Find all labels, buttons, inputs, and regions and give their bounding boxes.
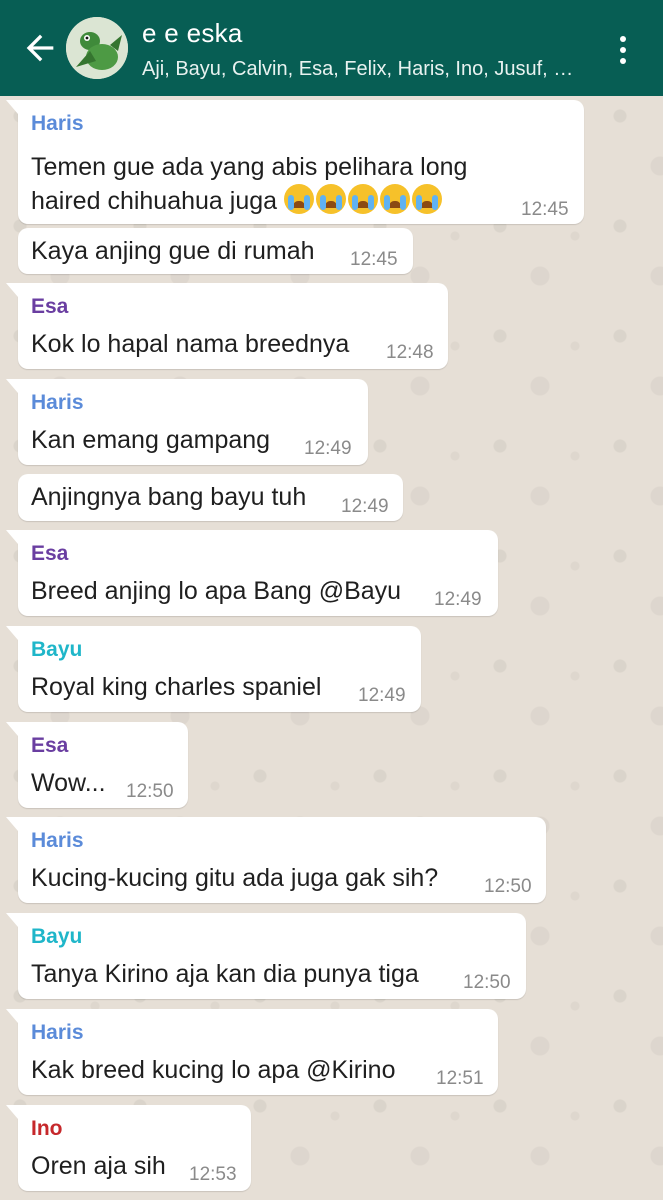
sender-name: Esa [31, 734, 69, 757]
group-members[interactable]: Aji, Bayu, Calvin, Esa, Felix, Haris, In… [142, 58, 582, 81]
sender-name: Bayu [31, 925, 83, 948]
message-text: Oren aja sih [31, 1152, 166, 1180]
sender-name: Esa [31, 295, 69, 318]
message-time: 12:45 [521, 199, 569, 220]
message-text: Anjingnya bang bayu tuh [31, 483, 307, 511]
message-bubble[interactable]: Ino Oren aja sih 12:53 [6, 1105, 251, 1191]
message-text: Wow... [31, 769, 106, 797]
message-text: Breed anjing lo apa Bang @Bayu [31, 577, 402, 605]
crying-emoji-icon [348, 184, 378, 214]
message-bubble[interactable]: Haris Kan emang gampang 12:49 [6, 379, 368, 465]
crying-emoji-icon [380, 184, 410, 214]
message-text: Temen gue ada yang abis pelihara long [31, 153, 468, 181]
back-button[interactable] [20, 24, 64, 72]
sender-name: Haris [31, 1021, 84, 1044]
message-text-line: haired chihuahua juga [31, 187, 278, 215]
message-time: 12:50 [484, 876, 532, 897]
arrow-left-icon [26, 34, 54, 62]
message-bubble[interactable]: Haris Kucing-kucing gitu ada juga gak si… [6, 817, 546, 903]
message-time: 12:49 [358, 685, 406, 706]
message-time: 12:49 [304, 438, 352, 459]
sender-name: Haris [31, 829, 84, 852]
message-text: haired chihuahua juga [31, 184, 444, 216]
message-bubble[interactable]: Kaya anjing gue di rumah 12:45 [18, 228, 413, 274]
message-bubble[interactable]: Esa Kok lo hapal nama breednya 12:48 [6, 283, 448, 369]
message-time: 12:50 [463, 972, 511, 993]
sender-name: Haris [31, 112, 84, 135]
message-bubble[interactable]: Haris Temen gue ada yang abis pelihara l… [6, 100, 584, 224]
message-bubble[interactable]: Anjingnya bang bayu tuh 12:49 [18, 474, 403, 521]
group-avatar[interactable] [66, 17, 128, 79]
message-text: Kak breed kucing lo apa @Kirino [31, 1056, 396, 1084]
message-time: 12:49 [341, 496, 389, 517]
message-time: 12:50 [126, 781, 174, 802]
message-time: 12:48 [386, 342, 434, 363]
message-bubble[interactable]: Esa Wow... 12:50 [6, 722, 188, 808]
message-bubble[interactable]: Esa Breed anjing lo apa Bang @Bayu 12:49 [6, 530, 498, 616]
message-text: Kok lo hapal nama breednya [31, 330, 350, 358]
message-text: Royal king charles spaniel [31, 673, 322, 701]
message-text: Kaya anjing gue di rumah [31, 237, 315, 265]
sender-name: Esa [31, 542, 69, 565]
sender-name: Haris [31, 391, 84, 414]
chat-header: e e eska Aji, Bayu, Calvin, Esa, Felix, … [0, 0, 663, 96]
message-text: Kucing-kucing gitu ada juga gak sih? [31, 864, 439, 892]
crying-emoji-icon [316, 184, 346, 214]
message-bubble[interactable]: Bayu Royal king charles spaniel 12:49 [6, 626, 421, 712]
crying-emoji-icon [412, 184, 442, 214]
message-list[interactable]: Haris Temen gue ada yang abis pelihara l… [0, 96, 663, 1200]
sender-name: Bayu [31, 638, 83, 661]
more-vertical-icon[interactable] [606, 28, 640, 68]
message-bubble[interactable]: Haris Kak breed kucing lo apa @Kirino 12… [6, 1009, 498, 1095]
group-title[interactable]: e e eska [142, 18, 243, 49]
message-time: 12:45 [350, 249, 398, 270]
sender-name: Ino [31, 1117, 63, 1140]
message-text: Tanya Kirino aja kan dia punya tiga [31, 960, 419, 988]
crying-emoji-icon [284, 184, 314, 214]
message-time: 12:53 [189, 1164, 237, 1185]
message-time: 12:49 [434, 589, 482, 610]
message-text: Kan emang gampang [31, 426, 271, 454]
message-bubble[interactable]: Bayu Tanya Kirino aja kan dia punya tiga… [6, 913, 526, 999]
message-time: 12:51 [436, 1068, 484, 1089]
